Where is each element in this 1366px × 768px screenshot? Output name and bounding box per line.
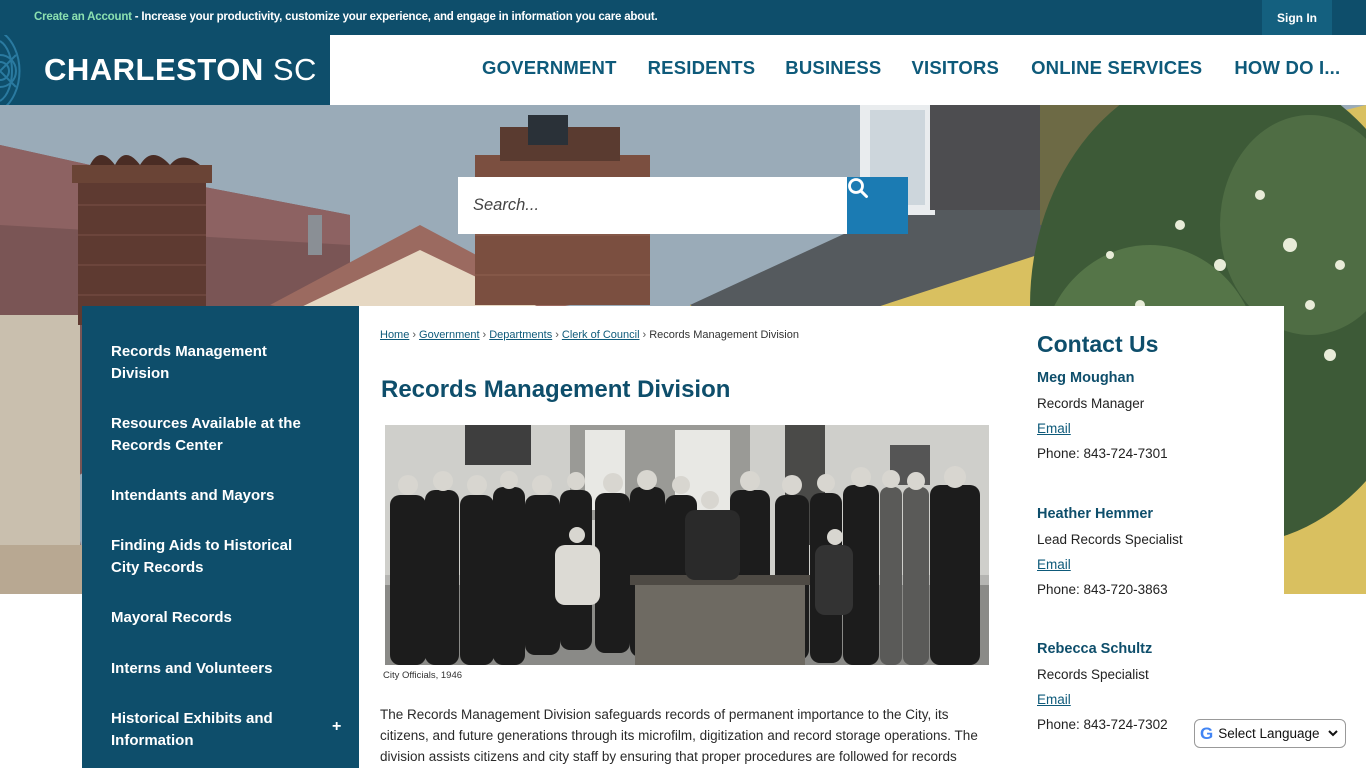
- nav-visitors[interactable]: VISITORS: [911, 57, 999, 79]
- nav-government[interactable]: GOVERNMENT: [482, 57, 617, 79]
- utility-bar: Create an Account - Increase your produc…: [0, 0, 1366, 35]
- contact-name: Meg Moughan: [1037, 370, 1135, 386]
- contact-email-link[interactable]: Email: [1037, 557, 1267, 582]
- language-select-label: Select Language: [1218, 726, 1320, 741]
- breadcrumb-government[interactable]: Government: [419, 329, 480, 341]
- sidebar-item-mayoral-records[interactable]: Mayoral Records: [111, 607, 311, 629]
- breadcrumb: Home › Government › Departments › Clerk of Cou…: [380, 329, 799, 341]
- sidebar-item-interns-volunteers[interactable]: Interns and Volunteers: [111, 658, 311, 680]
- language-select[interactable]: G Select Language: [1194, 719, 1346, 748]
- site-logo[interactable]: CHARLESTON SC: [0, 35, 330, 105]
- nav-business[interactable]: BUSINESS: [785, 57, 881, 79]
- contact-role: Lead Records Specialist: [1037, 532, 1183, 547]
- nav-residents[interactable]: RESIDENTS: [648, 57, 756, 79]
- nav-how-do-i[interactable]: HOW DO I...: [1234, 57, 1340, 79]
- logo-ornament-icon: [0, 35, 21, 105]
- sidebar-item-historical-exhibits[interactable]: Historical Exhibits and Information: [111, 708, 311, 752]
- main-content: Home › Government › Departments › Clerk of Cou…: [359, 306, 1284, 768]
- google-logo-icon: G: [1200, 723, 1214, 743]
- page-title: Records Management Division: [381, 376, 731, 403]
- search-input[interactable]: [458, 177, 848, 234]
- logo-text: CHARLESTON SC: [44, 52, 317, 88]
- sidebar-item-resources[interactable]: Resources Available at the Records Cente…: [111, 413, 311, 457]
- search-box: [458, 177, 848, 234]
- breadcrumb-current: Records Management Division: [649, 329, 799, 341]
- contact-phone: Phone: 843-720-3863: [1037, 582, 1168, 597]
- logo-city: CHARLESTON: [44, 52, 264, 87]
- historical-photo-image: [385, 425, 989, 665]
- contact-name: Heather Hemmer: [1037, 506, 1154, 522]
- section-sidebar: Records Management Division Resources Av…: [82, 306, 359, 768]
- sign-in-button[interactable]: Sign In: [1262, 0, 1332, 35]
- main-navigation: GOVERNMENT RESIDENTS BUSINESS VISITORS O…: [482, 57, 1340, 79]
- breadcrumb-separator: ›: [642, 329, 647, 341]
- breadcrumb-separator: ›: [555, 329, 559, 341]
- breadcrumb-clerk-of-council[interactable]: Clerk of Council: [562, 329, 640, 341]
- search-icon: [848, 178, 868, 198]
- nav-online-services[interactable]: ONLINE SERVICES: [1031, 57, 1202, 79]
- search-button[interactable]: [847, 177, 908, 234]
- logo-state: SC: [272, 52, 317, 87]
- account-promo-text: - Increase your productivity, customize …: [131, 11, 658, 23]
- contact-card: Heather Hemmer Lead Records Specialist E…: [1037, 506, 1267, 597]
- chevron-down-icon: [1328, 730, 1338, 737]
- sidebar-item-intendants-mayors[interactable]: Intendants and Mayors: [111, 485, 311, 507]
- breadcrumb-separator: ›: [482, 329, 487, 341]
- breadcrumb-departments[interactable]: Departments: [489, 329, 552, 341]
- photo-caption: City Officials, 1946: [383, 670, 463, 681]
- breadcrumb-home[interactable]: Home: [380, 329, 409, 341]
- contact-role: Records Manager: [1037, 396, 1145, 411]
- sidebar-item-records-management[interactable]: Records Management Division: [111, 341, 311, 385]
- contact-email-link[interactable]: Email: [1037, 692, 1267, 717]
- site-header: CHARLESTON SC GOVERNMENT RESIDENTS BUSIN…: [0, 35, 1366, 105]
- account-promo: Create an Account - Increase your produc…: [34, 11, 658, 23]
- breadcrumb-separator: ›: [412, 329, 417, 341]
- contact-card: Meg Moughan Records Manager Email Phone:…: [1037, 370, 1267, 461]
- contact-name: Rebecca Schultz: [1037, 641, 1153, 657]
- intro-paragraph: The Records Management Division safeguar…: [380, 707, 978, 764]
- sidebar-item-finding-aids[interactable]: Finding Aids to Historical City Records: [111, 535, 311, 579]
- city-officials-photo: [385, 425, 989, 665]
- contact-heading: Contact Us: [1037, 331, 1159, 357]
- expand-submenu-button[interactable]: +: [332, 718, 341, 736]
- contact-email-link[interactable]: Email: [1037, 421, 1267, 446]
- create-account-link[interactable]: Create an Account: [34, 11, 132, 23]
- contact-phone: Phone: 843-724-7301: [1037, 446, 1168, 461]
- contact-role: Records Specialist: [1037, 667, 1149, 682]
